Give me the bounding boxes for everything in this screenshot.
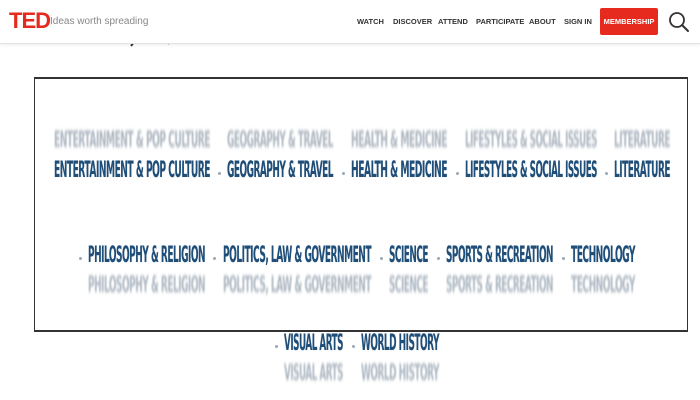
separator-dot [275,345,278,348]
topic-reflection: TECHNOLOGY [571,273,635,298]
separator-dot [342,172,345,175]
topic-reflection: SPORTS & RECREATION [446,273,553,298]
topic-label: POLITICS, LAW & GOVERNMENT [223,243,371,268]
separator-dot [352,345,355,348]
topic-label: SCIENCE [389,243,428,268]
nav-discover[interactable]: DISCOVER [393,16,432,28]
topic-link[interactable]: SCIENCE SCIENCE [389,238,428,298]
topic-reflection: LIFESTYLES & SOCIAL ISSUES [465,128,597,153]
topic-label: HEALTH & MEDICINE [351,158,448,183]
separator-dot [437,257,440,260]
separator-dot [213,257,216,260]
topic-reflection: WORLD HISTORY [361,361,439,386]
topic-link[interactable]: WORLD HISTORY WORLD HISTORY [361,326,439,386]
topic-link[interactable]: VISUAL ARTS VISUAL ARTS [284,326,343,386]
topic-link[interactable]: LIFESTYLES & SOCIAL ISSUES LIFESTYLES & … [465,128,597,189]
topic-label: WORLD HISTORY [361,331,439,356]
topic-link[interactable]: LITERATURE LITERATURE [614,128,670,189]
separator-dot [79,257,82,260]
separator-dot [218,172,221,175]
separator-dot [562,257,565,260]
topic-reflection: ENTERTAINMENT & POP CULTURE [54,128,210,153]
topic-reflection: PHILOSOPHY & RELIGION [88,273,205,298]
topic-reflection: POLITICS, LAW & GOVERNMENT [223,273,371,298]
topic-reflection: LITERATURE [614,128,670,153]
topic-label: LIFESTYLES & SOCIAL ISSUES [465,158,597,183]
search-icon [669,12,689,32]
membership-button[interactable]: MEMBERSHIP [600,8,658,35]
topic-label: LITERATURE [614,158,670,183]
topic-link[interactable]: PHILOSOPHY & RELIGION PHILOSOPHY & RELIG… [88,238,205,298]
nav-about[interactable]: ABOUT [529,16,556,28]
nav-attend[interactable]: ATTEND [438,16,468,28]
topic-link[interactable]: ENTERTAINMENT & POP CULTURE ENTERTAINMEN… [54,128,210,189]
separator-dot [456,172,459,175]
topic-label: TECHNOLOGY [571,243,635,268]
tagline: Ideas worth spreading [50,16,149,27]
separator-dot [380,257,383,260]
separator-dot [605,172,608,175]
topic-link[interactable]: SPORTS & RECREATION SPORTS & RECREATION [446,238,553,298]
topic-link[interactable]: HEALTH & MEDICINE HEALTH & MEDICINE [351,128,448,189]
topic-label: SPORTS & RECREATION [446,243,553,268]
search-button[interactable] [668,11,690,33]
ted-logo[interactable]: TED [9,9,51,33]
topic-reflection: HEALTH & MEDICINE [351,128,448,153]
site-header: TED Ideas worth spreading WATCH DISCOVER… [0,0,700,44]
topic-label: GEOGRAPHY & TRAVEL [227,158,333,183]
nav-participate[interactable]: PARTICIPATE [476,16,524,28]
topic-label: VISUAL ARTS [284,331,343,356]
topic-label: PHILOSOPHY & RELIGION [88,243,205,268]
topic-link[interactable]: TECHNOLOGY TECHNOLOGY [571,238,635,298]
topic-link[interactable]: POLITICS, LAW & GOVERNMENT POLITICS, LAW… [223,238,371,298]
topic-reflection: SCIENCE [389,273,428,298]
nav-sign-in[interactable]: SIGN IN [564,16,592,28]
topic-link[interactable]: GEOGRAPHY & TRAVEL GEOGRAPHY & TRAVEL [227,128,333,189]
topic-reflection: GEOGRAPHY & TRAVEL [227,128,333,153]
topic-label: ENTERTAINMENT & POP CULTURE [54,158,210,183]
nav-watch[interactable]: WATCH [357,16,384,28]
topic-reflection: VISUAL ARTS [284,361,343,386]
